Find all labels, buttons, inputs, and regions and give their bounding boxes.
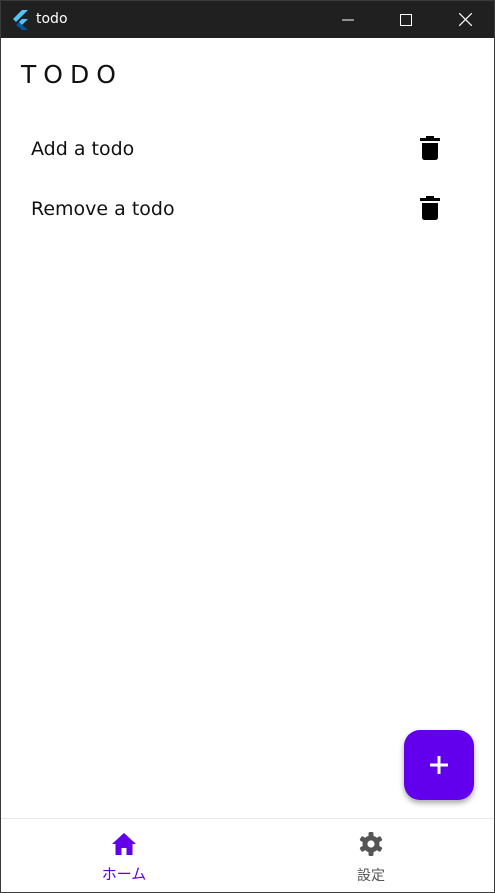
todo-item[interactable]: Add a todo <box>1 121 494 181</box>
window-title: todo <box>36 11 68 27</box>
add-todo-button[interactable] <box>404 730 474 800</box>
title-bar[interactable]: todo <box>1 1 494 38</box>
delete-todo-button[interactable] <box>415 133 445 163</box>
delete-todo-button[interactable] <box>415 193 445 223</box>
minimize-button[interactable] <box>319 1 377 38</box>
nav-label-home: ホーム <box>101 865 147 883</box>
maximize-button[interactable] <box>377 1 435 38</box>
app-window: todo TODO Add a todo Remove a todo ホーム 設… <box>0 0 495 893</box>
bottom-navigation-bar: ホーム 設定 <box>1 818 494 892</box>
close-icon <box>458 13 472 26</box>
flutter-logo-icon <box>13 10 28 30</box>
minimize-icon <box>342 19 354 20</box>
nav-label-settings: 設定 <box>357 868 385 884</box>
maximize-icon <box>400 13 412 26</box>
nav-item-home[interactable]: ホーム <box>1 819 247 892</box>
page-title: TODO <box>21 60 123 89</box>
plus-icon <box>430 756 448 774</box>
todo-item[interactable]: Remove a todo <box>1 181 494 241</box>
todo-list: Add a todo Remove a todo <box>1 121 494 241</box>
trash-icon <box>420 196 440 220</box>
main-content: TODO Add a todo Remove a todo <box>1 38 494 818</box>
gear-icon <box>359 832 383 856</box>
trash-icon <box>420 136 440 160</box>
todo-label: Add a todo <box>31 138 135 160</box>
todo-label: Remove a todo <box>31 198 175 220</box>
close-button[interactable] <box>436 1 494 38</box>
nav-item-settings[interactable]: 設定 <box>248 819 494 892</box>
home-icon <box>112 833 136 855</box>
